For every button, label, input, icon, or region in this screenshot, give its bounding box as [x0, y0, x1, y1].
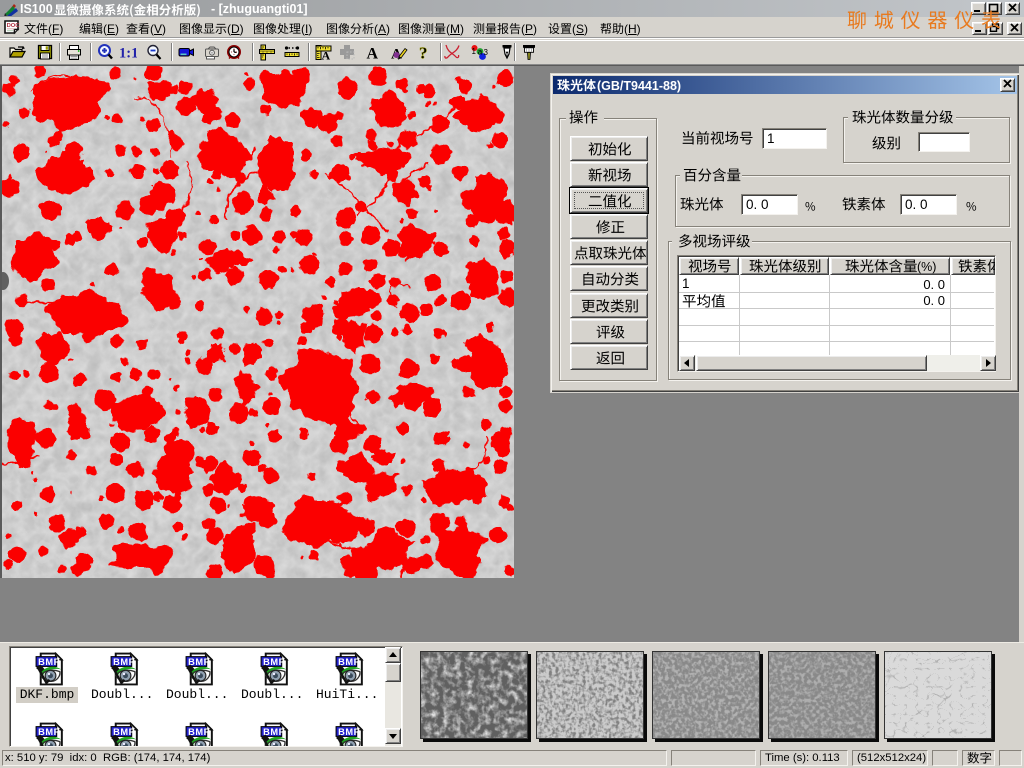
- svg-text:BMP: BMP: [38, 657, 60, 667]
- svg-text:A: A: [367, 46, 379, 63]
- svg-text:BMP: BMP: [188, 657, 210, 667]
- svg-text:A: A: [322, 49, 331, 63]
- svg-text:BMP: BMP: [338, 657, 360, 667]
- svg-text:1:1: 1:1: [119, 46, 137, 62]
- svg-text:3: 3: [484, 48, 489, 57]
- svg-text:BMP: BMP: [113, 657, 135, 667]
- svg-text:BMP: BMP: [263, 727, 285, 737]
- svg-text:BMP: BMP: [188, 727, 210, 737]
- svg-text:BMP: BMP: [263, 657, 285, 667]
- svg-text:DOC: DOC: [7, 22, 20, 29]
- svg-text:BMP: BMP: [113, 727, 135, 737]
- svg-text:1: 1: [472, 47, 477, 56]
- svg-text:a: a: [478, 47, 483, 56]
- svg-text:?: ?: [419, 44, 428, 62]
- svg-text:BMP: BMP: [338, 727, 360, 737]
- svg-text:BMP: BMP: [38, 727, 60, 737]
